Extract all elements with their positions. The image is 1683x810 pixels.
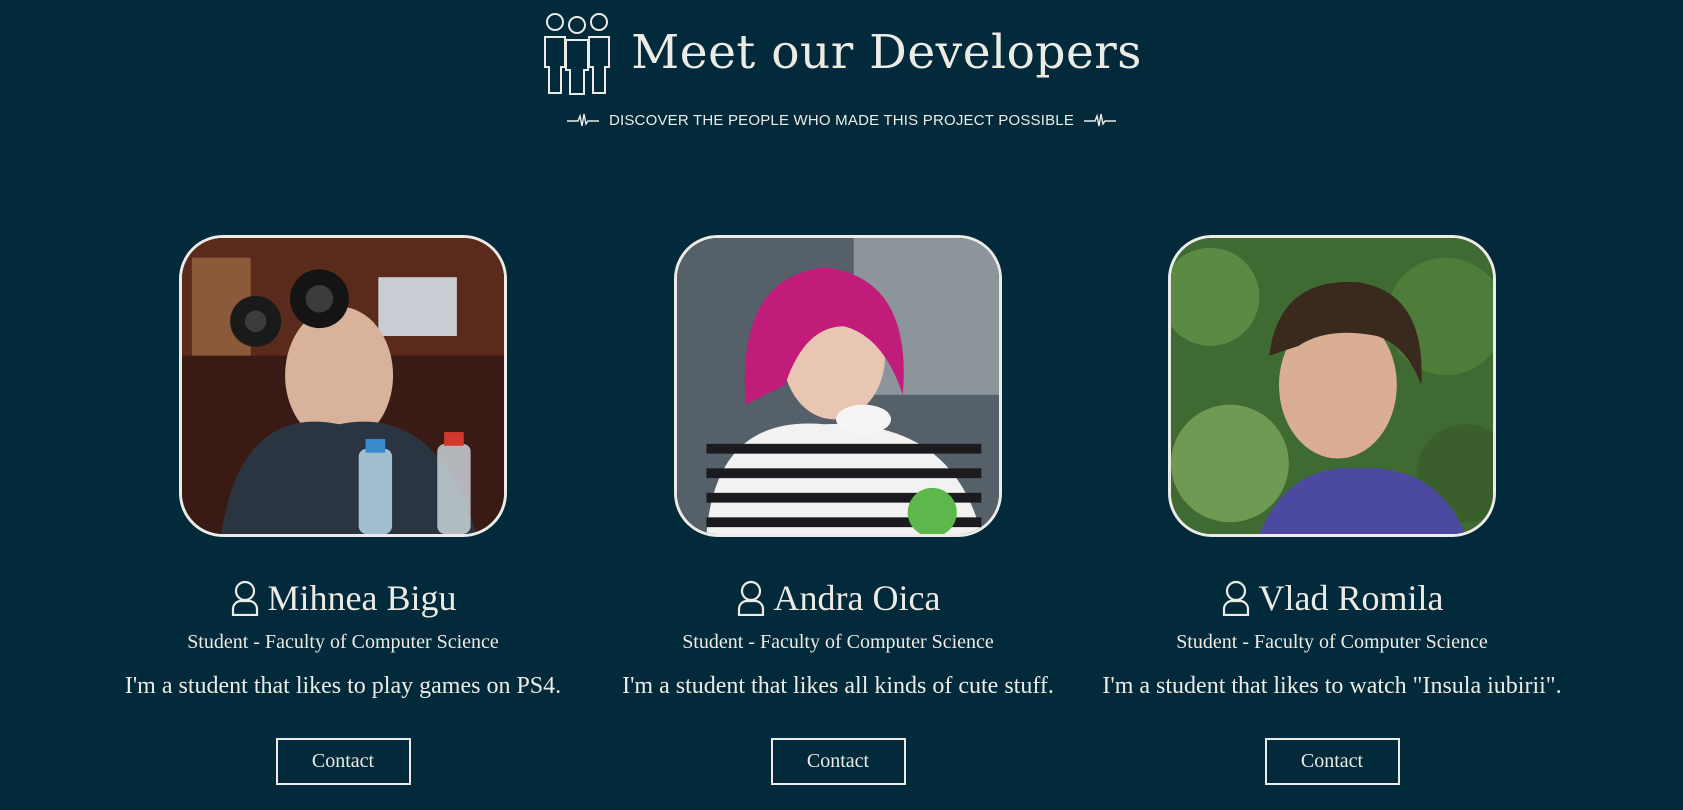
developer-role: Student - Faculty of Computer Science — [1176, 631, 1488, 653]
contact-button[interactable]: Contact — [275, 738, 411, 785]
page-subtitle: DISCOVER THE PEOPLE WHO MADE THIS PROJEC… — [608, 112, 1075, 129]
title-row: Meet our Developers — [0, 10, 1683, 96]
developer-bio: I'm a student that likes to watch "Insul… — [1102, 673, 1562, 699]
team-icon — [541, 11, 613, 95]
developer-role: Student - Faculty of Computer Science — [682, 631, 994, 653]
user-icon — [230, 580, 260, 616]
developer-name: Andra Oica — [773, 578, 941, 618]
developer-card: Mihnea Bigu Student - Faculty of Compute… — [103, 235, 583, 785]
developer-name-row: Mihnea Bigu — [103, 577, 583, 619]
pulse-line-icon — [566, 113, 599, 129]
developer-bio: I'm a student that likes to play games o… — [124, 673, 562, 699]
developer-photo — [674, 235, 1002, 537]
developer-photo — [179, 235, 507, 537]
developer-card: Andra Oica Student - Faculty of Computer… — [598, 235, 1078, 785]
developer-name: Vlad Romila — [1258, 578, 1444, 618]
page-title: Meet our Developers — [631, 25, 1142, 80]
developer-name-row: Vlad Romila — [1092, 577, 1572, 619]
developer-photo — [1168, 235, 1496, 537]
developer-bio: I'm a student that likes all kinds of cu… — [622, 673, 1054, 699]
pulse-line-icon — [1084, 113, 1117, 129]
developer-card: Vlad Romila Student - Faculty of Compute… — [1092, 235, 1572, 785]
subtitle-row: DISCOVER THE PEOPLE WHO MADE THIS PROJEC… — [0, 112, 1683, 129]
developer-name-row: Andra Oica — [598, 577, 1078, 619]
contact-button[interactable]: Contact — [1264, 738, 1400, 785]
developer-name: Mihnea Bigu — [267, 578, 457, 618]
developer-role: Student - Faculty of Computer Science — [187, 631, 499, 653]
user-icon — [736, 580, 766, 616]
contact-button[interactable]: Contact — [770, 738, 906, 785]
user-icon — [1221, 580, 1251, 616]
